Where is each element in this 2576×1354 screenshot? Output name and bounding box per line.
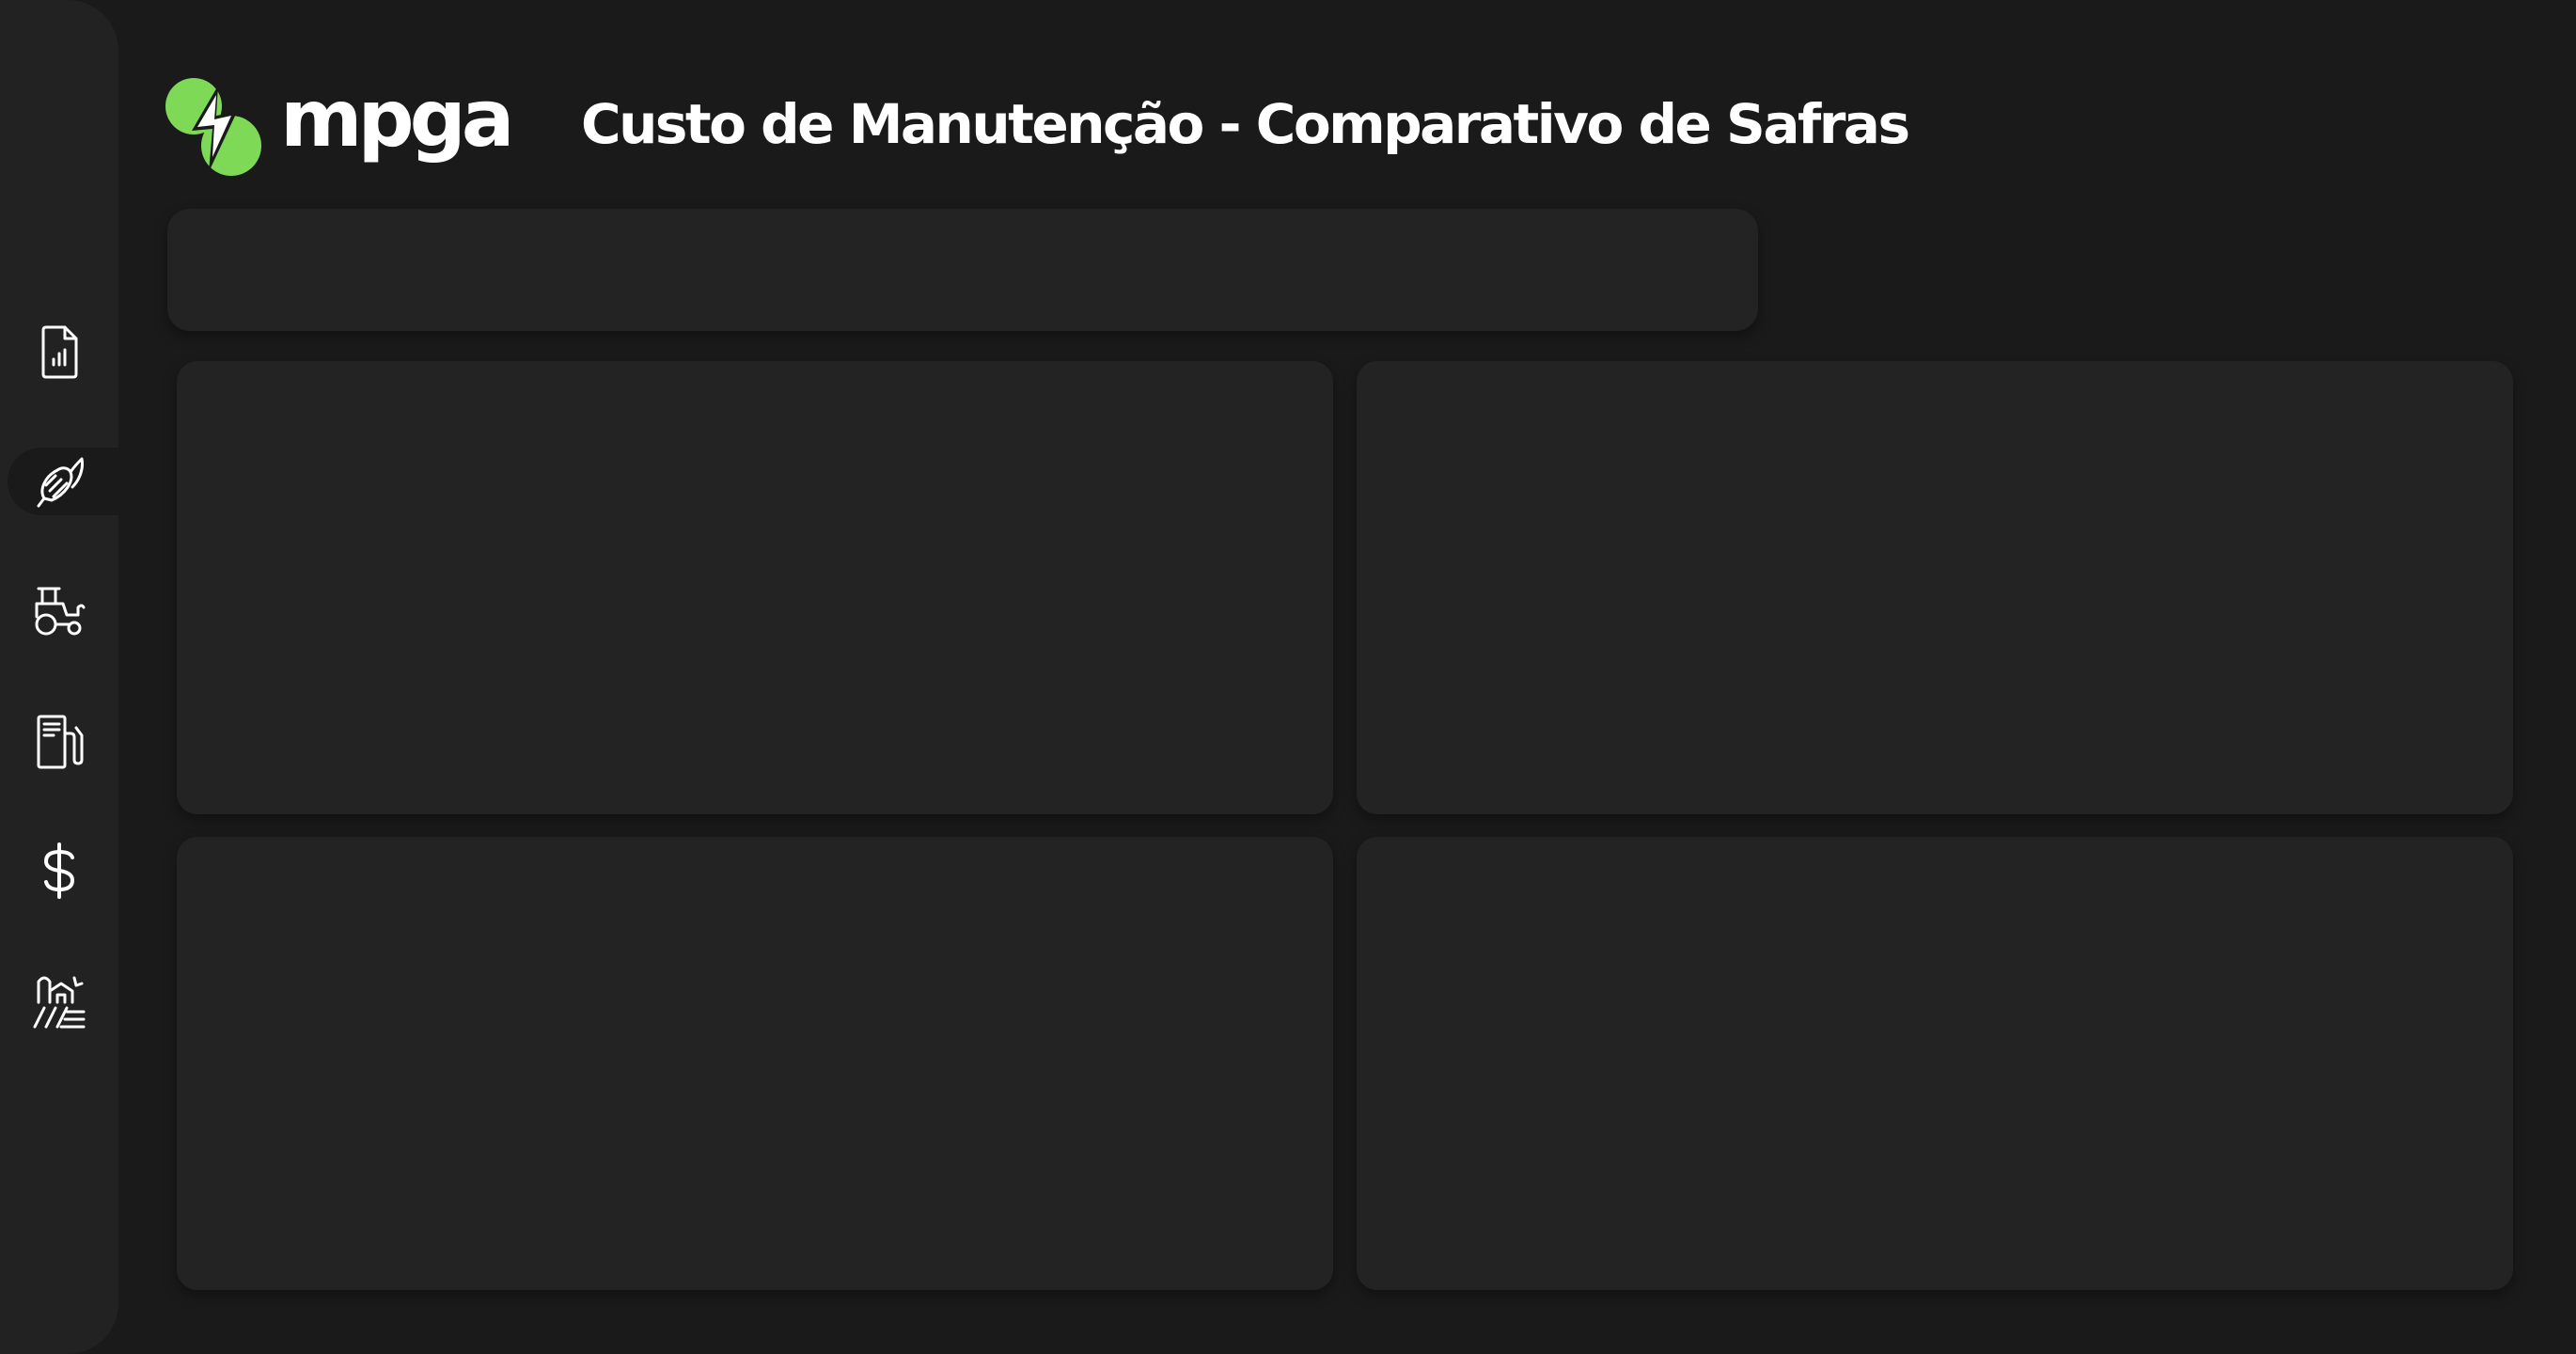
report-chart-icon	[41, 325, 78, 379]
dashboard-card	[1357, 361, 2513, 814]
sidebar-item-reports[interactable]	[0, 318, 118, 386]
sidebar-item-machinery[interactable]	[0, 577, 118, 645]
dashboard-card	[177, 361, 1333, 814]
farm-field-icon	[33, 976, 86, 1029]
dashboard-card	[177, 837, 1333, 1290]
app-logo[interactable]: mpga	[164, 70, 514, 182]
tractor-icon	[35, 587, 86, 636]
sidebar-item-crops[interactable]	[8, 448, 118, 515]
corn-icon	[37, 457, 84, 508]
sidebar-item-farms[interactable]	[0, 967, 118, 1034]
mpga-logo-icon	[165, 78, 261, 176]
logo-wordmark: mpga	[280, 72, 514, 165]
filter-bar	[167, 209, 1758, 331]
page-title: Custo de Manutenção - Comparativo de Saf…	[581, 92, 1910, 156]
fuel-pump-icon	[37, 715, 84, 769]
sidebar	[0, 0, 118, 1354]
sidebar-item-finance[interactable]	[0, 837, 118, 905]
sidebar-item-fuel[interactable]	[0, 707, 118, 775]
dollar-icon	[44, 842, 74, 899]
dashboard-card	[1357, 837, 2513, 1290]
